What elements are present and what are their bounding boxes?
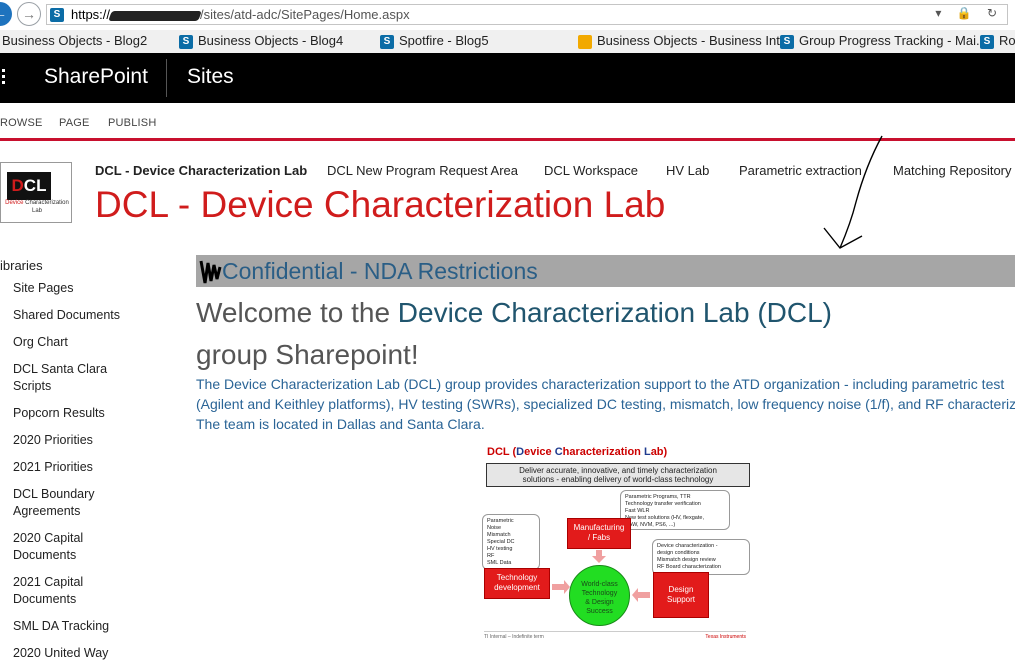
- topnav-item-hv-lab[interactable]: HV Lab: [666, 163, 709, 178]
- leftnav-item-boundary-agreements[interactable]: DCL Boundary Agreements: [13, 486, 148, 520]
- url-text: https:///sites/atd-adc/SitePages/Home.as…: [71, 7, 410, 22]
- leftnav-heading[interactable]: ibraries: [0, 258, 43, 273]
- suite-brand[interactable]: SharePoint: [44, 65, 148, 89]
- sharepoint-icon: S: [50, 8, 64, 22]
- back-arrow-icon: ←: [0, 5, 7, 21]
- app-launcher-icon[interactable]: [2, 69, 8, 87]
- leftnav-item-popcorn-results[interactable]: Popcorn Results: [13, 405, 148, 422]
- favorite-item[interactable]: S Ro: [980, 33, 1015, 49]
- suite-bar: SharePoint Sites: [0, 53, 1015, 103]
- site-title[interactable]: DCL - Device Characterization Lab: [95, 184, 665, 226]
- url-field[interactable]: S https:///sites/atd-adc/SitePages/Home.…: [46, 4, 1008, 25]
- tab-page[interactable]: PAGE: [59, 117, 90, 129]
- back-button[interactable]: ←: [0, 2, 12, 26]
- sharepoint-icon: S: [179, 34, 193, 49]
- forward-arrow-icon: →: [22, 6, 36, 22]
- sharepoint-icon: S: [380, 34, 394, 49]
- favorite-item[interactable]: S Business Objects - Blog4: [179, 33, 343, 49]
- topnav-item-workspace[interactable]: DCL Workspace: [544, 163, 638, 178]
- leftnav-item-2021-capital-documents[interactable]: 2021 Capital Documents: [13, 574, 148, 608]
- site-logo[interactable]: DCL Device Characterization Lab: [0, 162, 72, 223]
- left-navigation: Site Pages Shared Documents Org Chart DC…: [13, 280, 148, 672]
- leftnav-item-2020-priorities[interactable]: 2020 Priorities: [13, 432, 148, 449]
- leftnav-item-santa-clara-scripts[interactable]: DCL Santa Clara Scripts: [13, 361, 148, 395]
- sharepoint-icon: S: [780, 34, 794, 49]
- topnav-item-home[interactable]: DCL - Device Characterization Lab: [95, 163, 307, 178]
- suite-sites-link[interactable]: Sites: [187, 65, 234, 89]
- address-bar-row: ← → S https:///sites/atd-adc/SitePages/H…: [0, 0, 1015, 31]
- scribble-mark-icon: [199, 260, 222, 284]
- sharepoint-icon: S: [980, 34, 994, 49]
- annotation-arrow-icon: [823, 135, 883, 249]
- diagram-success-circle: World-class Technology & Design Success: [569, 565, 630, 626]
- welcome-heading: Welcome to the Device Characterization L…: [196, 297, 832, 370]
- favorite-item[interactable]: S Spotfire - Blog5: [380, 33, 489, 49]
- favorite-item[interactable]: Business Objects - Blog2: [2, 33, 147, 48]
- topnav-item-program-request[interactable]: DCL New Program Request Area: [327, 163, 518, 178]
- leftnav-item-2020-united-way[interactable]: 2020 United Way: [13, 645, 148, 662]
- tab-browse[interactable]: ROWSE: [0, 117, 43, 129]
- description-text: The Device Characterization Lab (DCL) gr…: [196, 376, 1015, 432]
- redaction-mark: [108, 10, 202, 21]
- leftnav-item-sml-da-tracking[interactable]: SML DA Tracking: [13, 618, 148, 635]
- leftnav-item-site-pages[interactable]: Site Pages: [13, 280, 148, 297]
- leftnav-item-shared-documents[interactable]: Shared Documents: [13, 307, 148, 324]
- favorites-bar: Business Objects - Blog2 S Business Objec…: [0, 30, 1015, 54]
- favorite-item[interactable]: S Group Progress Tracking - Mai...: [780, 33, 987, 49]
- divider: [166, 59, 167, 97]
- tab-publish[interactable]: PUBLISH: [108, 117, 156, 129]
- leftnav-item-2021-priorities[interactable]: 2021 Priorities: [13, 459, 148, 476]
- dcl-overview-diagram: DCL (Device Characterization Lab) Delive…: [478, 444, 756, 644]
- logo-caption: Device Characterization Lab: [5, 200, 69, 214]
- favorite-item[interactable]: Business Objects - Business Int...: [578, 33, 791, 49]
- leftnav-item-org-chart[interactable]: Org Chart: [13, 334, 148, 351]
- logo-mark: DCL: [7, 172, 51, 200]
- forward-button[interactable]: →: [17, 2, 41, 26]
- confidential-banner: Confidential - NDA Restrictions: [196, 255, 1015, 287]
- url-controls[interactable]: ▾ 🔒 ↻: [935, 6, 1003, 20]
- business-objects-icon: [578, 34, 592, 49]
- banner-text: Confidential - NDA Restrictions: [222, 258, 538, 284]
- topnav-item-matching-repository[interactable]: Matching Repository: [893, 163, 1012, 178]
- leftnav-item-2020-capital-documents[interactable]: 2020 Capital Documents: [13, 530, 148, 564]
- diagram-footer: TI Internal – Indefinite term Texas Inst…: [484, 631, 746, 640]
